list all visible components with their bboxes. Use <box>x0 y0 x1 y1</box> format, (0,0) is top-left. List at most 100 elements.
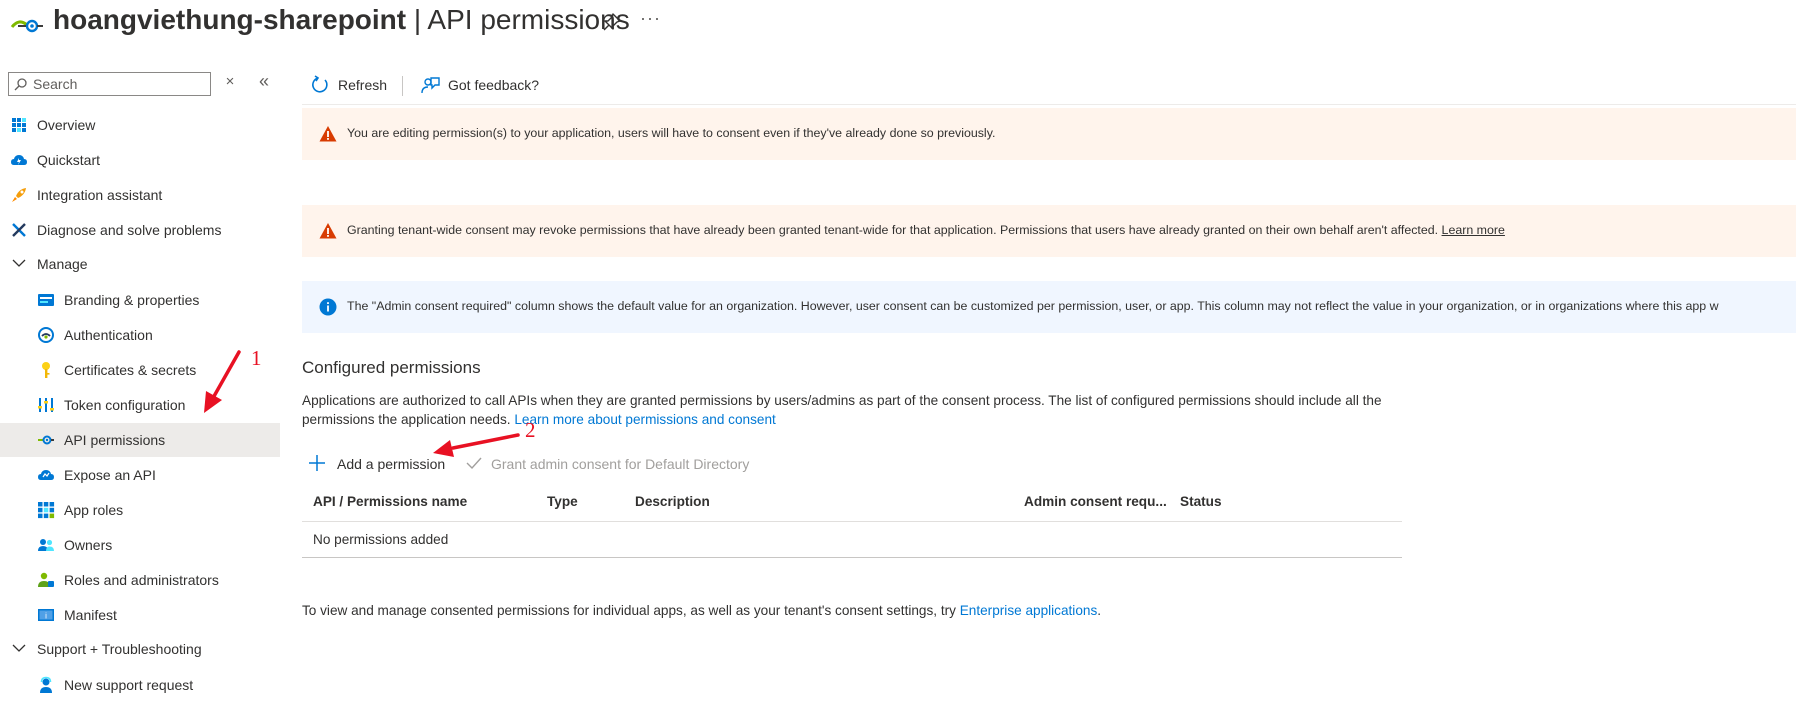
empty-table-message: No permissions added <box>313 532 449 547</box>
branding-card-icon <box>38 294 54 306</box>
manifest-icon: i <box>38 609 54 621</box>
permissions-consent-link[interactable]: Learn more about permissions and consent <box>514 412 775 427</box>
key-icon <box>42 362 50 378</box>
sidebar-group-support[interactable]: Support + Troubleshooting <box>0 632 280 666</box>
column-header-status[interactable]: Status <box>1180 494 1222 509</box>
sidebar-item-label: Quickstart <box>37 152 101 168</box>
sidebar-item-new-support-request[interactable]: New support request <box>0 668 280 702</box>
info-icon <box>319 298 337 316</box>
consented-permissions-note: To view and manage consented permissions… <box>302 603 1101 618</box>
sidebar-item-label: Authentication <box>64 327 153 343</box>
rocket-icon <box>12 188 26 202</box>
refresh-label: Refresh <box>338 77 388 93</box>
sidebar-group-label: Support + Troubleshooting <box>37 641 202 657</box>
feedback-icon <box>421 77 440 94</box>
tenant-consent-warning-banner: Granting tenant-wide consent may revoke … <box>302 205 1796 257</box>
sidebar-item-app-roles[interactable]: App roles <box>0 493 280 527</box>
sidebar-item-token-configuration[interactable]: Token configuration <box>0 388 280 422</box>
footer-period: . <box>1097 603 1102 618</box>
description-text: Applications are authorized to call APIs… <box>302 393 1382 427</box>
learn-more-link[interactable]: Learn more <box>1442 223 1505 237</box>
sidebar-item-branding[interactable]: Branding & properties <box>0 283 280 317</box>
column-header-type[interactable]: Type <box>547 494 578 509</box>
configured-permissions-heading: Configured permissions <box>302 358 481 377</box>
sidebar-item-overview[interactable]: Overview <box>0 108 280 142</box>
sidebar-item-certificates[interactable]: Certificates & secrets <box>0 353 280 387</box>
sidebar-item-roles-administrators[interactable]: Roles and administrators <box>0 563 280 597</box>
search-box[interactable] <box>8 72 211 96</box>
authentication-icon <box>38 327 54 343</box>
sidebar-item-label: Integration assistant <box>37 187 163 203</box>
table-header-divider <box>302 521 1402 522</box>
search-icon <box>14 78 27 91</box>
add-permission-label: Add a permission <box>337 456 446 472</box>
sidebar-item-manifest[interactable]: i Manifest <box>0 598 280 632</box>
overview-grid-icon <box>12 118 26 132</box>
more-options-icon[interactable]: ··· <box>640 8 661 29</box>
sidebar-item-label: Owners <box>64 537 113 553</box>
person-roles-icon <box>38 572 54 587</box>
plus-icon <box>309 455 325 471</box>
grant-consent-label: Grant admin consent for Default Director… <box>491 456 750 472</box>
footer-text: To view and manage consented permissions… <box>302 603 956 618</box>
feedback-button[interactable]: Got feedback? <box>420 72 550 100</box>
info-text: The "Admin consent required" column show… <box>347 299 1719 313</box>
sidebar-item-diagnose[interactable]: Diagnose and solve problems <box>0 213 280 247</box>
sidebar-item-label: Branding & properties <box>64 292 200 308</box>
refresh-button[interactable]: Refresh <box>310 72 390 100</box>
sidebar-group-label: Manage <box>37 256 88 272</box>
editing-warning-banner: You are editing permission(s) to your ap… <box>302 108 1796 160</box>
cloud-icon <box>38 470 54 480</box>
page-name: API permissions <box>427 4 630 35</box>
support-person-icon <box>40 676 52 693</box>
sidebar-item-label: Diagnose and solve problems <box>37 222 222 238</box>
title-bar: hoangviethung-sharepoint | API permissio… <box>0 0 1796 44</box>
clear-search-icon[interactable]: × <box>222 74 238 90</box>
token-bars-icon <box>38 398 54 412</box>
feedback-label: Got feedback? <box>448 77 540 93</box>
sidebar-item-label: New support request <box>64 677 194 693</box>
sidebar-item-label: API permissions <box>64 432 166 448</box>
grant-admin-consent-button[interactable]: Grant admin consent for Default Director… <box>465 452 765 476</box>
pin-icon[interactable] <box>602 12 622 32</box>
annotation-step-2: 2 <box>525 418 536 442</box>
title-separator: | <box>406 4 428 35</box>
collapse-sidebar-icon[interactable]: « <box>256 71 272 91</box>
configured-permissions-description: Applications are authorized to call APIs… <box>302 391 1402 429</box>
enterprise-applications-link[interactable]: Enterprise applications <box>960 603 1098 618</box>
warning-icon <box>319 223 337 239</box>
page-title: hoangviethung-sharepoint | API permissio… <box>53 4 630 36</box>
sidebar-item-label: Overview <box>37 117 96 133</box>
sidebar-item-label: Manifest <box>64 607 117 623</box>
refresh-icon <box>312 75 328 93</box>
warning-icon <box>319 126 337 142</box>
sidebar-item-label: Roles and administrators <box>64 572 219 588</box>
column-header-description[interactable]: Description <box>635 494 710 509</box>
column-header-api-name[interactable]: API / Permissions name <box>313 494 467 509</box>
sidebar-item-integration-assistant[interactable]: Integration assistant <box>0 178 280 212</box>
toolbar-divider <box>402 76 403 96</box>
column-header-admin-consent[interactable]: Admin consent requ... <box>1024 494 1167 509</box>
sidebar-item-owners[interactable]: Owners <box>0 528 280 562</box>
checkmark-icon <box>466 457 482 470</box>
admin-consent-info-banner: The "Admin consent required" column show… <box>302 281 1796 333</box>
tools-icon <box>12 223 26 237</box>
table-bottom-divider <box>302 557 1402 558</box>
sidebar-item-authentication[interactable]: Authentication <box>0 318 280 352</box>
sidebar: × « Overview Quickstart Integration assi… <box>0 66 280 716</box>
annotation-step-1: 1 <box>251 346 262 370</box>
toolbar-divider-line <box>302 104 1796 105</box>
cloud-lightning-icon <box>11 155 27 165</box>
sidebar-group-manage[interactable]: Manage <box>0 247 280 281</box>
sidebar-item-label: App roles <box>64 502 124 518</box>
add-permission-button[interactable]: Add a permission <box>308 452 453 476</box>
sidebar-item-api-permissions[interactable]: API permissions <box>0 423 280 457</box>
chevron-down-icon <box>12 259 26 267</box>
people-icon <box>38 539 54 551</box>
search-input[interactable] <box>33 75 203 93</box>
sidebar-item-expose-api[interactable]: Expose an API <box>0 458 280 492</box>
sidebar-item-quickstart[interactable]: Quickstart <box>0 143 280 177</box>
tenant-warning-text-wrap: Granting tenant-wide consent may revoke … <box>347 223 1505 237</box>
api-permissions-icon <box>38 435 54 445</box>
tenant-warning-text: Granting tenant-wide consent may revoke … <box>347 223 1439 237</box>
